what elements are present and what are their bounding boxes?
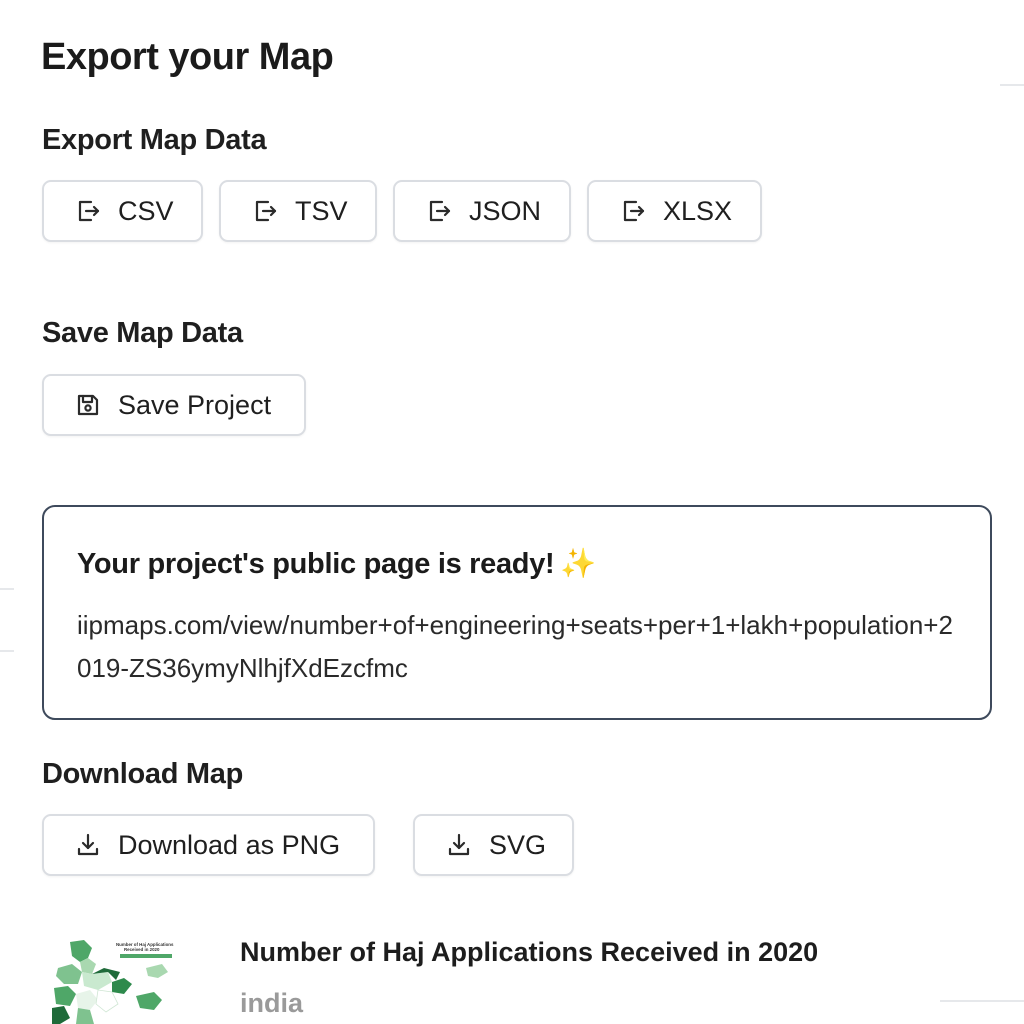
project-thumbnail[interactable]: Number of Haj Applications Received in 2… xyxy=(50,938,192,1024)
project-card-region: india xyxy=(240,988,304,1018)
public-page-card: Your project's public page is ready! ✨ ii… xyxy=(42,505,992,720)
export-map-data-heading: Export Map Data xyxy=(42,124,267,156)
left-edge-divider xyxy=(0,588,14,590)
public-page-link[interactable]: iipmaps.com/view/number+of+engineering+s… xyxy=(77,604,967,690)
public-page-title: Your project's public page is ready! ✨ xyxy=(77,547,597,581)
save-project-button[interactable]: Save Project xyxy=(42,374,306,436)
download-png-label: Download as PNG xyxy=(118,829,341,860)
export-xlsx-label: XLSX xyxy=(663,195,733,226)
svg-text:Received in 2020: Received in 2020 xyxy=(124,947,160,952)
download-buttons-row: Download as PNG SVG xyxy=(0,814,1024,876)
download-map-heading: Download Map xyxy=(42,758,244,790)
export-buttons-row: CSV TSV JSON XLSX xyxy=(0,180,1024,242)
export-icon xyxy=(74,197,102,225)
export-tsv-label: TSV xyxy=(295,195,348,226)
export-json-label: JSON xyxy=(469,195,542,226)
project-card-title[interactable]: Number of Haj Applications Received in 2… xyxy=(240,937,818,968)
top-right-divider xyxy=(1000,84,1024,86)
download-icon xyxy=(74,831,102,859)
save-project-label: Save Project xyxy=(118,389,272,420)
page-title: Export your Map xyxy=(41,36,334,78)
india-map-thumbnail: Number of Haj Applications Received in 2… xyxy=(50,938,192,1024)
left-edge-divider-lower xyxy=(0,650,14,652)
floppy-disk-icon xyxy=(74,391,102,419)
save-buttons-row: Save Project xyxy=(0,374,1024,436)
sparkles-icon: ✨ xyxy=(560,548,597,580)
export-xlsx-button[interactable]: XLSX xyxy=(587,180,762,242)
thumbnail-legend xyxy=(120,954,172,958)
export-csv-label: CSV xyxy=(118,195,174,226)
export-icon xyxy=(251,197,279,225)
export-json-button[interactable]: JSON xyxy=(393,180,571,242)
bottom-right-divider xyxy=(940,1000,1024,1002)
export-icon xyxy=(619,197,647,225)
public-page-title-text: Your project's public page is ready! xyxy=(77,548,555,580)
export-csv-button[interactable]: CSV xyxy=(42,180,203,242)
export-tsv-button[interactable]: TSV xyxy=(219,180,377,242)
download-icon xyxy=(445,831,473,859)
download-png-button[interactable]: Download as PNG xyxy=(42,814,375,876)
download-svg-label: SVG xyxy=(489,829,547,860)
export-icon xyxy=(425,197,453,225)
save-map-data-heading: Save Map Data xyxy=(42,317,243,349)
download-svg-button[interactable]: SVG xyxy=(413,814,574,876)
